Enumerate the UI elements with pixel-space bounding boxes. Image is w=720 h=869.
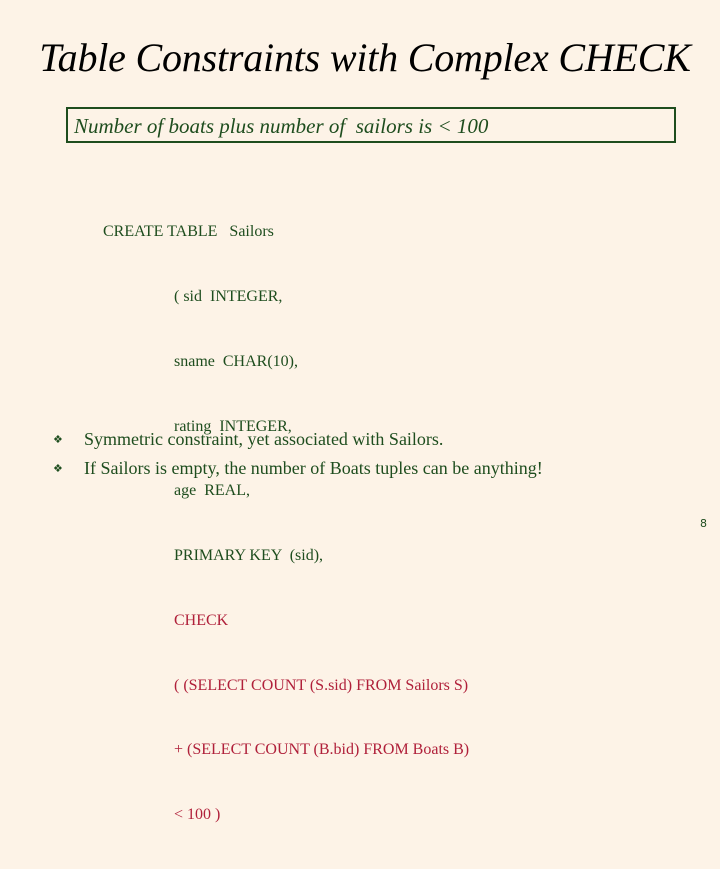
code-line: ( sid INTEGER, xyxy=(174,287,283,305)
code-line: PRIMARY KEY (sid), xyxy=(174,547,324,565)
sql-code-block: CREATE TABLE Sailors ( sid INTEGER, snam… xyxy=(103,178,469,869)
callout-box: Number of boats plus number of sailors i… xyxy=(66,107,676,143)
bullet-item: ❖ Symmetric constraint, yet associated w… xyxy=(50,425,543,454)
code-line-check: + (SELECT COUNT (B.bid) FROM Boats B) xyxy=(174,741,470,759)
bullet-list: ❖ Symmetric constraint, yet associated w… xyxy=(50,425,543,483)
code-line-check: CHECK xyxy=(174,611,229,629)
code-line-header: CREATE TABLE Sailors xyxy=(103,223,274,241)
slide-title: Table Constraints with Complex CHECK xyxy=(39,35,691,80)
code-line-check: ( (SELECT COUNT (S.sid) FROM Sailors S) xyxy=(174,676,469,694)
diamond-star-bullet-icon: ❖ xyxy=(53,463,63,475)
bullet-item: ❖ If Sailors is empty, the number of Boa… xyxy=(50,454,543,483)
callout-text: Number of boats plus number of sailors i… xyxy=(74,114,489,138)
page-number: 8 xyxy=(700,517,707,530)
code-line-check: < 100 ) xyxy=(174,806,221,824)
bullet-text: If Sailors is empty, the number of Boats… xyxy=(84,458,543,478)
code-line: age REAL, xyxy=(174,482,250,500)
bullet-text: Symmetric constraint, yet associated wit… xyxy=(84,429,444,449)
code-line: sname CHAR(10), xyxy=(174,352,298,370)
diamond-star-bullet-icon: ❖ xyxy=(53,434,63,446)
